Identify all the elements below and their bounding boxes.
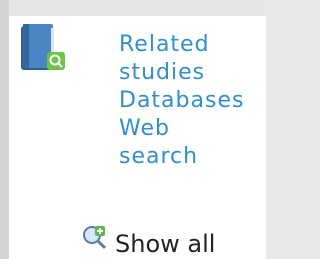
show-all-label: Show all — [115, 230, 216, 258]
link-databases[interactable]: Databases — [119, 87, 266, 115]
link-web[interactable]: Web — [119, 115, 266, 143]
show-all-button[interactable]: Show all — [81, 224, 215, 259]
left-gutter — [0, 0, 9, 259]
link-studies[interactable]: studies — [119, 59, 266, 87]
book-magnifier-icon — [21, 24, 65, 70]
related-links-list: Related studies Databases Web search — [119, 31, 266, 171]
link-related[interactable]: Related — [119, 31, 266, 59]
top-strip — [9, 0, 266, 16]
add-search-icon — [83, 226, 107, 250]
link-search[interactable]: search — [119, 143, 266, 171]
